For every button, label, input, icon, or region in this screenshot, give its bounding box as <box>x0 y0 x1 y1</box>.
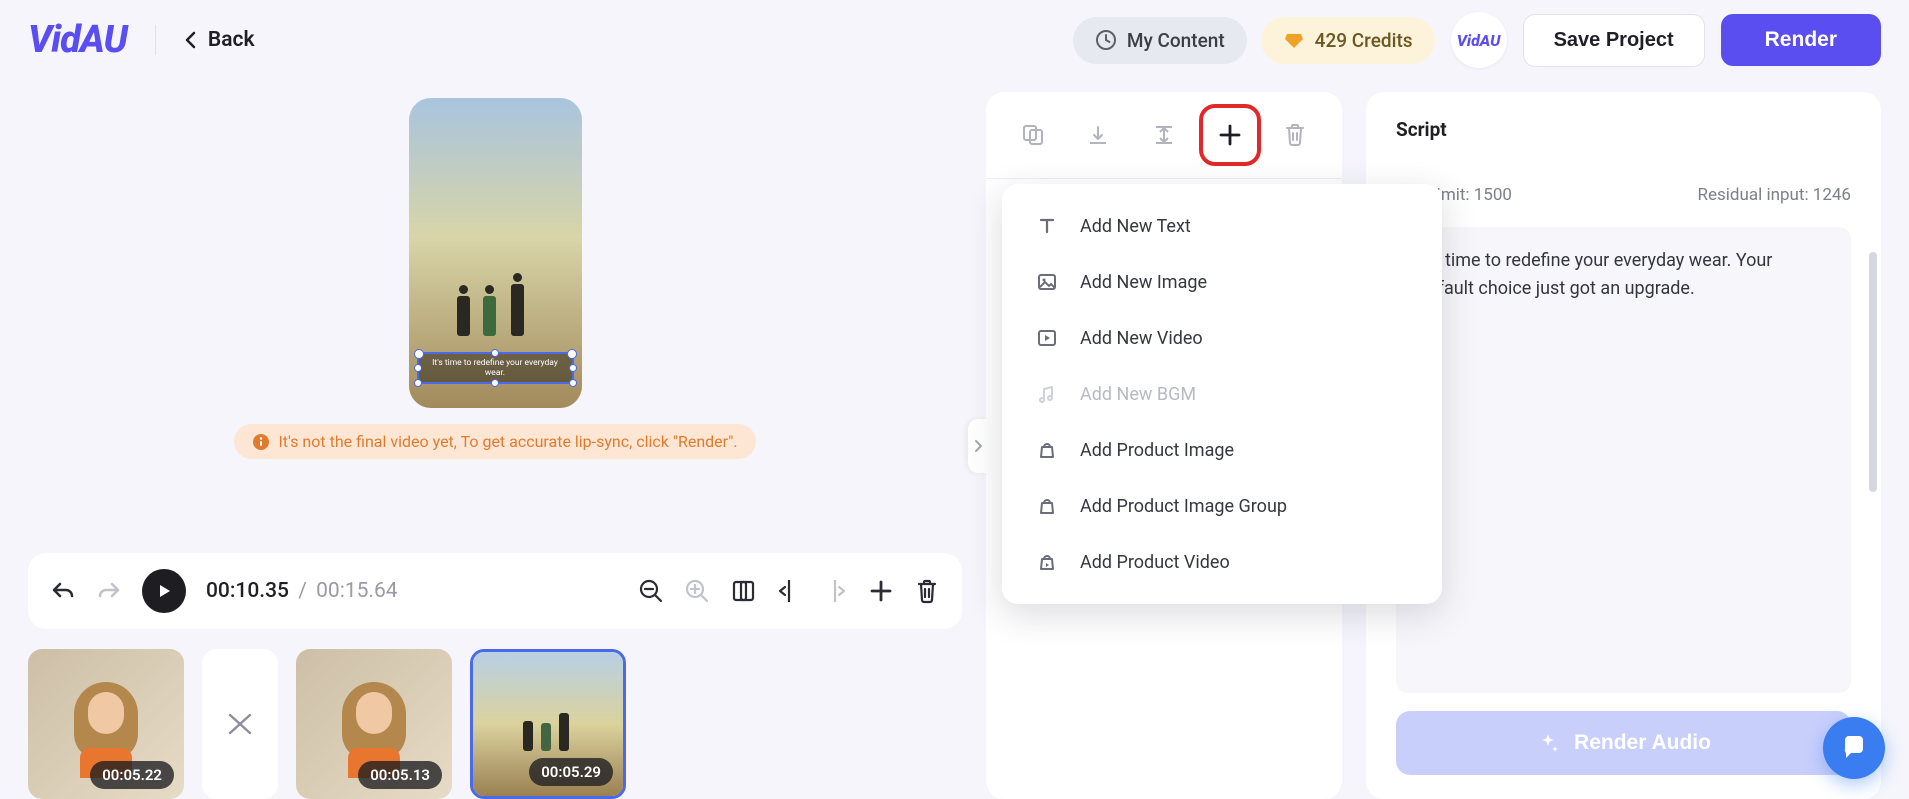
menu-item-label: Add New Image <box>1080 272 1207 293</box>
add-bgm-item: Add New BGM <box>1002 366 1442 422</box>
add-text-item[interactable]: Add New Text <box>1002 198 1442 254</box>
preview-canvas[interactable]: It's time to redefine your everyday wear… <box>409 98 582 408</box>
total-time: 00:15.64 <box>316 579 397 603</box>
menu-item-label: Add New Text <box>1080 216 1191 237</box>
align-element-button[interactable] <box>1073 110 1123 160</box>
menu-item-label: Add Product Image <box>1080 440 1234 461</box>
script-panel-title: Script <box>1396 118 1851 141</box>
bag-icon <box>1036 495 1058 517</box>
divider <box>155 25 156 55</box>
clip-thumbnail[interactable]: 00:05.29 <box>470 649 626 799</box>
back-label: Back <box>208 28 255 52</box>
clip-thumbnails: 00:05.22 00:05.13 00:05.29 <box>28 649 962 799</box>
element-panel: Add New Text Add New Image Add New Video… <box>986 92 1342 799</box>
redo-button[interactable] <box>96 578 122 604</box>
clip-duration: 00:05.29 <box>529 758 613 786</box>
crop-button[interactable] <box>730 578 756 604</box>
add-product-image-group-item[interactable]: Add Product Image Group <box>1002 478 1442 534</box>
time-separator: / <box>298 579 307 603</box>
image-icon <box>1036 271 1058 293</box>
render-audio-label: Render Audio <box>1574 731 1711 755</box>
preview-subjects <box>454 246 536 336</box>
split-left-button[interactable] <box>776 578 802 604</box>
music-icon <box>1036 383 1058 405</box>
panel-collapse-handle[interactable] <box>968 419 988 473</box>
add-element-menu: Add New Text Add New Image Add New Video… <box>1002 184 1442 604</box>
video-preview: It's time to redefine your everyday wear… <box>28 80 962 539</box>
render-button[interactable]: Render <box>1721 14 1881 66</box>
clip-thumbnail[interactable]: 00:05.22 <box>28 649 184 799</box>
add-product-image-item[interactable]: Add Product Image <box>1002 422 1442 478</box>
add-element-button[interactable] <box>1205 110 1255 160</box>
menu-item-label: Add Product Video <box>1080 552 1230 573</box>
split-right-button[interactable] <box>822 578 848 604</box>
my-content-label: My Content <box>1127 29 1225 52</box>
caption-text: It's time to redefine your everyday wear… <box>432 358 558 378</box>
my-content-button[interactable]: My Content <box>1073 17 1247 64</box>
play-button[interactable] <box>142 569 186 613</box>
play-icon <box>155 582 173 600</box>
back-button[interactable]: Back <box>184 28 255 52</box>
clip-duration: 00:05.22 <box>90 761 174 789</box>
delete-clip-button[interactable] <box>914 578 940 604</box>
add-image-item[interactable]: Add New Image <box>1002 254 1442 310</box>
caption-overlay[interactable]: It's time to redefine your everyday wear… <box>417 352 574 384</box>
delete-element-button[interactable] <box>1270 110 1320 160</box>
brand-badge: VidAU <box>1451 12 1507 68</box>
notice-text: It's not the final video yet, To get acc… <box>278 432 737 451</box>
clock-icon <box>1095 29 1117 51</box>
plus-icon <box>1217 122 1243 148</box>
current-time: 00:10.35 <box>206 579 289 603</box>
duplicate-element-button[interactable] <box>1008 110 1058 160</box>
script-textarea[interactable]: It's time to redefine your everyday wear… <box>1396 227 1851 693</box>
distribute-element-button[interactable] <box>1139 110 1189 160</box>
diamond-icon <box>1283 29 1305 51</box>
residual-input-label: Residual input: 1246 <box>1697 185 1851 205</box>
chevron-left-icon <box>184 31 198 49</box>
undo-button[interactable] <box>50 578 76 604</box>
add-video-item[interactable]: Add New Video <box>1002 310 1442 366</box>
script-panel: Script Text limit: 1500 Residual input: … <box>1366 92 1881 799</box>
playback-toolbar: 00:10.35 / 00:15.64 <box>28 553 962 629</box>
bag-play-icon <box>1036 551 1058 573</box>
transition-slot[interactable] <box>202 649 278 799</box>
clip-thumbnail[interactable]: 00:05.13 <box>296 649 452 799</box>
save-project-button[interactable]: Save Project <box>1523 14 1705 67</box>
credits-label: 429 Credits <box>1315 29 1413 52</box>
add-clip-button[interactable] <box>868 578 894 604</box>
zoom-in-button[interactable] <box>684 578 710 604</box>
chat-icon <box>1839 733 1869 763</box>
bag-icon <box>1036 439 1058 461</box>
text-icon <box>1036 215 1058 237</box>
add-product-video-item[interactable]: Add Product Video <box>1002 534 1442 590</box>
time-display: 00:10.35 / 00:15.64 <box>206 579 398 603</box>
menu-item-label: Add Product Image Group <box>1080 496 1287 517</box>
transition-icon <box>225 709 255 739</box>
chat-button[interactable] <box>1823 717 1885 779</box>
credits-button[interactable]: 429 Credits <box>1261 17 1435 64</box>
menu-item-label: Add New Video <box>1080 328 1203 349</box>
sparkle-icon <box>1536 731 1560 755</box>
render-audio-button[interactable]: Render Audio <box>1396 711 1851 775</box>
scrollbar[interactable] <box>1869 252 1877 492</box>
chevron-right-icon <box>973 439 983 453</box>
zoom-out-button[interactable] <box>638 578 664 604</box>
app-logo: VidAU <box>28 18 127 62</box>
info-icon <box>252 433 270 451</box>
render-notice: It's not the final video yet, To get acc… <box>234 424 755 459</box>
script-text: It's time to redefine your everyday wear… <box>1418 250 1772 299</box>
video-icon <box>1036 327 1058 349</box>
clip-duration: 00:05.13 <box>358 761 442 789</box>
menu-item-label: Add New BGM <box>1080 384 1196 405</box>
